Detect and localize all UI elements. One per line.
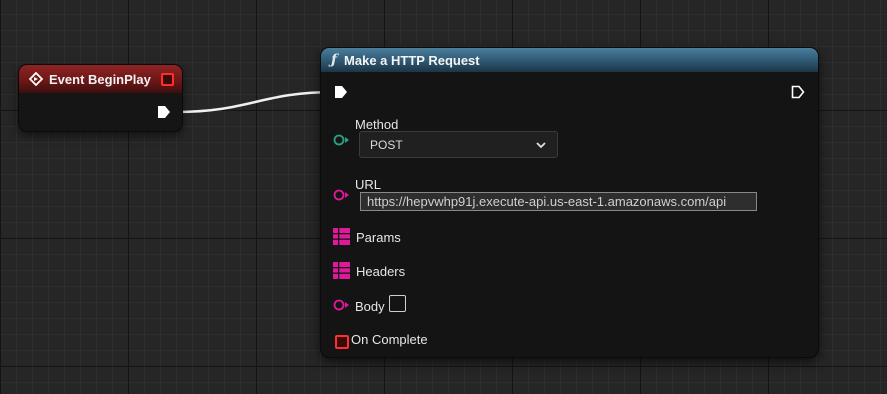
- exec-output-pin-icon[interactable]: [157, 105, 171, 119]
- params-array-pin-icon[interactable]: [333, 228, 350, 245]
- headers-label: Headers: [356, 264, 406, 279]
- function-node-title: Make a HTTP Request: [344, 52, 480, 68]
- on-complete-label: On Complete: [351, 332, 428, 347]
- url-pin-icon[interactable]: [333, 189, 351, 201]
- chevron-down-icon: [536, 141, 546, 148]
- method-selected-value: POST: [370, 137, 403, 152]
- event-node-header[interactable]: Event BeginPlay: [19, 65, 182, 93]
- body-checkbox[interactable]: [389, 295, 406, 312]
- body-pin-icon[interactable]: [333, 299, 351, 311]
- function-node-header[interactable]: ƒ Make a HTTP Request: [321, 48, 818, 72]
- method-label: Method: [355, 117, 399, 132]
- method-dropdown[interactable]: POST: [359, 131, 558, 158]
- body-label: Body: [355, 299, 385, 314]
- params-label: Params: [356, 230, 401, 245]
- event-delegate-pin-icon[interactable]: [161, 72, 174, 86]
- url-label: URL: [355, 177, 382, 192]
- exec-output-pin-icon[interactable]: [791, 85, 805, 99]
- method-enum-pin-icon[interactable]: [333, 134, 351, 146]
- event-beginplay-node[interactable]: Event BeginPlay: [19, 65, 182, 131]
- event-icon: [29, 72, 43, 86]
- exec-input-pin-icon[interactable]: [334, 85, 348, 99]
- on-complete-delegate-pin-icon[interactable]: [335, 335, 349, 349]
- function-icon: ƒ: [331, 52, 338, 68]
- url-input[interactable]: https://hepvwhp91j.execute-api.us-east-1…: [360, 192, 757, 211]
- http-request-node[interactable]: ƒ Make a HTTP Request Method POST URL ht…: [321, 48, 818, 357]
- event-node-title: Event BeginPlay: [49, 71, 151, 87]
- headers-array-pin-icon[interactable]: [333, 262, 350, 279]
